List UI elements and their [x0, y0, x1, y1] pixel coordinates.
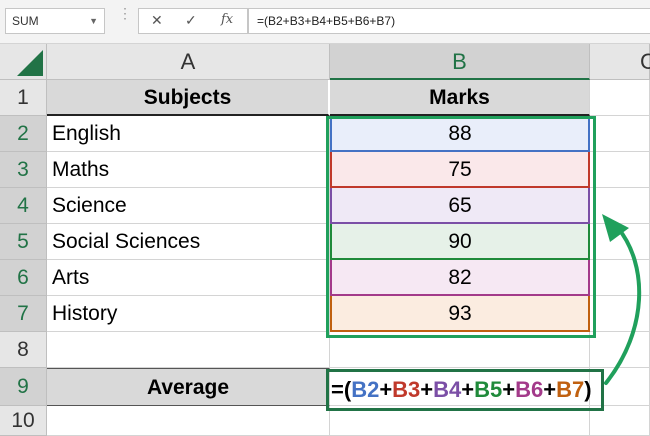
cell-c5[interactable]: [590, 224, 650, 260]
cell-c10[interactable]: [590, 406, 650, 436]
row-header-6[interactable]: 6: [0, 260, 47, 296]
cell-c9[interactable]: [590, 368, 650, 406]
row-header-2[interactable]: 2: [0, 116, 47, 152]
cell-a8[interactable]: [47, 332, 330, 368]
formula-ref-b4: B4: [433, 377, 462, 402]
cell-b1[interactable]: Marks: [330, 80, 590, 116]
cell-b3[interactable]: 75: [330, 152, 590, 188]
formula-plus: +: [543, 377, 557, 402]
formula-ref-b2: B2: [351, 377, 380, 402]
cell-b8[interactable]: [330, 332, 590, 368]
formula-plus: +: [379, 377, 393, 402]
cell-a9[interactable]: Average: [47, 368, 330, 406]
select-all-icon: [17, 50, 43, 76]
chevron-down-icon[interactable]: ▼: [89, 9, 98, 33]
row-header-1[interactable]: 1: [0, 80, 47, 116]
cell-b4[interactable]: 65: [330, 188, 590, 224]
row-header-8[interactable]: 8: [0, 332, 47, 368]
cell-c6[interactable]: [590, 260, 650, 296]
formula-bar: SUM ▼ ⋮ ✕ ✓ fx =(B2+B3+B4+B5+B6+B7): [0, 0, 650, 44]
cell-b9-formula[interactable]: =(B2+B3+B4+B5+B6+B7): [331, 370, 592, 410]
check-icon[interactable]: ✓: [185, 12, 197, 29]
formula-ref-b3: B3: [392, 377, 421, 402]
formula-ref-b7: B7: [556, 377, 585, 402]
column-header-c[interactable]: C: [590, 44, 650, 80]
name-box[interactable]: SUM ▼: [5, 8, 105, 34]
formula-ref-b5: B5: [474, 377, 503, 402]
cell-a7[interactable]: History: [47, 296, 330, 332]
row-header-3[interactable]: 3: [0, 152, 47, 188]
cell-b2[interactable]: 88: [330, 116, 590, 152]
cell-c3[interactable]: [590, 152, 650, 188]
column-header-a[interactable]: A: [47, 44, 330, 80]
formula-plus: +: [502, 377, 516, 402]
cell-a3[interactable]: Maths: [47, 152, 330, 188]
formula-open-paren: =(: [331, 377, 352, 402]
formula-close-paren: ): [584, 377, 592, 402]
drag-handle-icon[interactable]: ⋮: [118, 6, 132, 20]
cell-a6[interactable]: Arts: [47, 260, 330, 296]
cell-b6[interactable]: 82: [330, 260, 590, 296]
formula-input[interactable]: =(B2+B3+B4+B5+B6+B7): [248, 8, 650, 34]
fx-icon[interactable]: fx: [221, 12, 233, 27]
row-header-10[interactable]: 10: [0, 406, 47, 436]
x-icon[interactable]: ✕: [151, 12, 163, 29]
formula-ref-b6: B6: [515, 377, 544, 402]
cell-a5[interactable]: Social Sciences: [47, 224, 330, 260]
cell-c7[interactable]: [590, 296, 650, 332]
formula-buttons: ✕ ✓ fx: [138, 8, 248, 34]
column-header-b[interactable]: B: [330, 44, 590, 80]
cell-b7[interactable]: 93: [330, 296, 590, 332]
row-header-9[interactable]: 9: [0, 368, 47, 406]
name-box-value: SUM: [12, 14, 39, 28]
cell-a4[interactable]: Science: [47, 188, 330, 224]
row-header-5[interactable]: 5: [0, 224, 47, 260]
cell-b10[interactable]: [330, 406, 590, 436]
select-all-corner[interactable]: [0, 44, 47, 80]
cell-b5[interactable]: 90: [330, 224, 590, 260]
formula-plus: +: [420, 377, 434, 402]
cell-c4[interactable]: [590, 188, 650, 224]
cell-a10[interactable]: [47, 406, 330, 436]
row-header-7[interactable]: 7: [0, 296, 47, 332]
formula-plus: +: [461, 377, 475, 402]
cell-c2[interactable]: [590, 116, 650, 152]
cell-a2[interactable]: English: [47, 116, 330, 152]
cell-a1[interactable]: Subjects: [47, 80, 330, 116]
row-header-4[interactable]: 4: [0, 188, 47, 224]
cell-c1[interactable]: [590, 80, 650, 116]
cell-c8[interactable]: [590, 332, 650, 368]
